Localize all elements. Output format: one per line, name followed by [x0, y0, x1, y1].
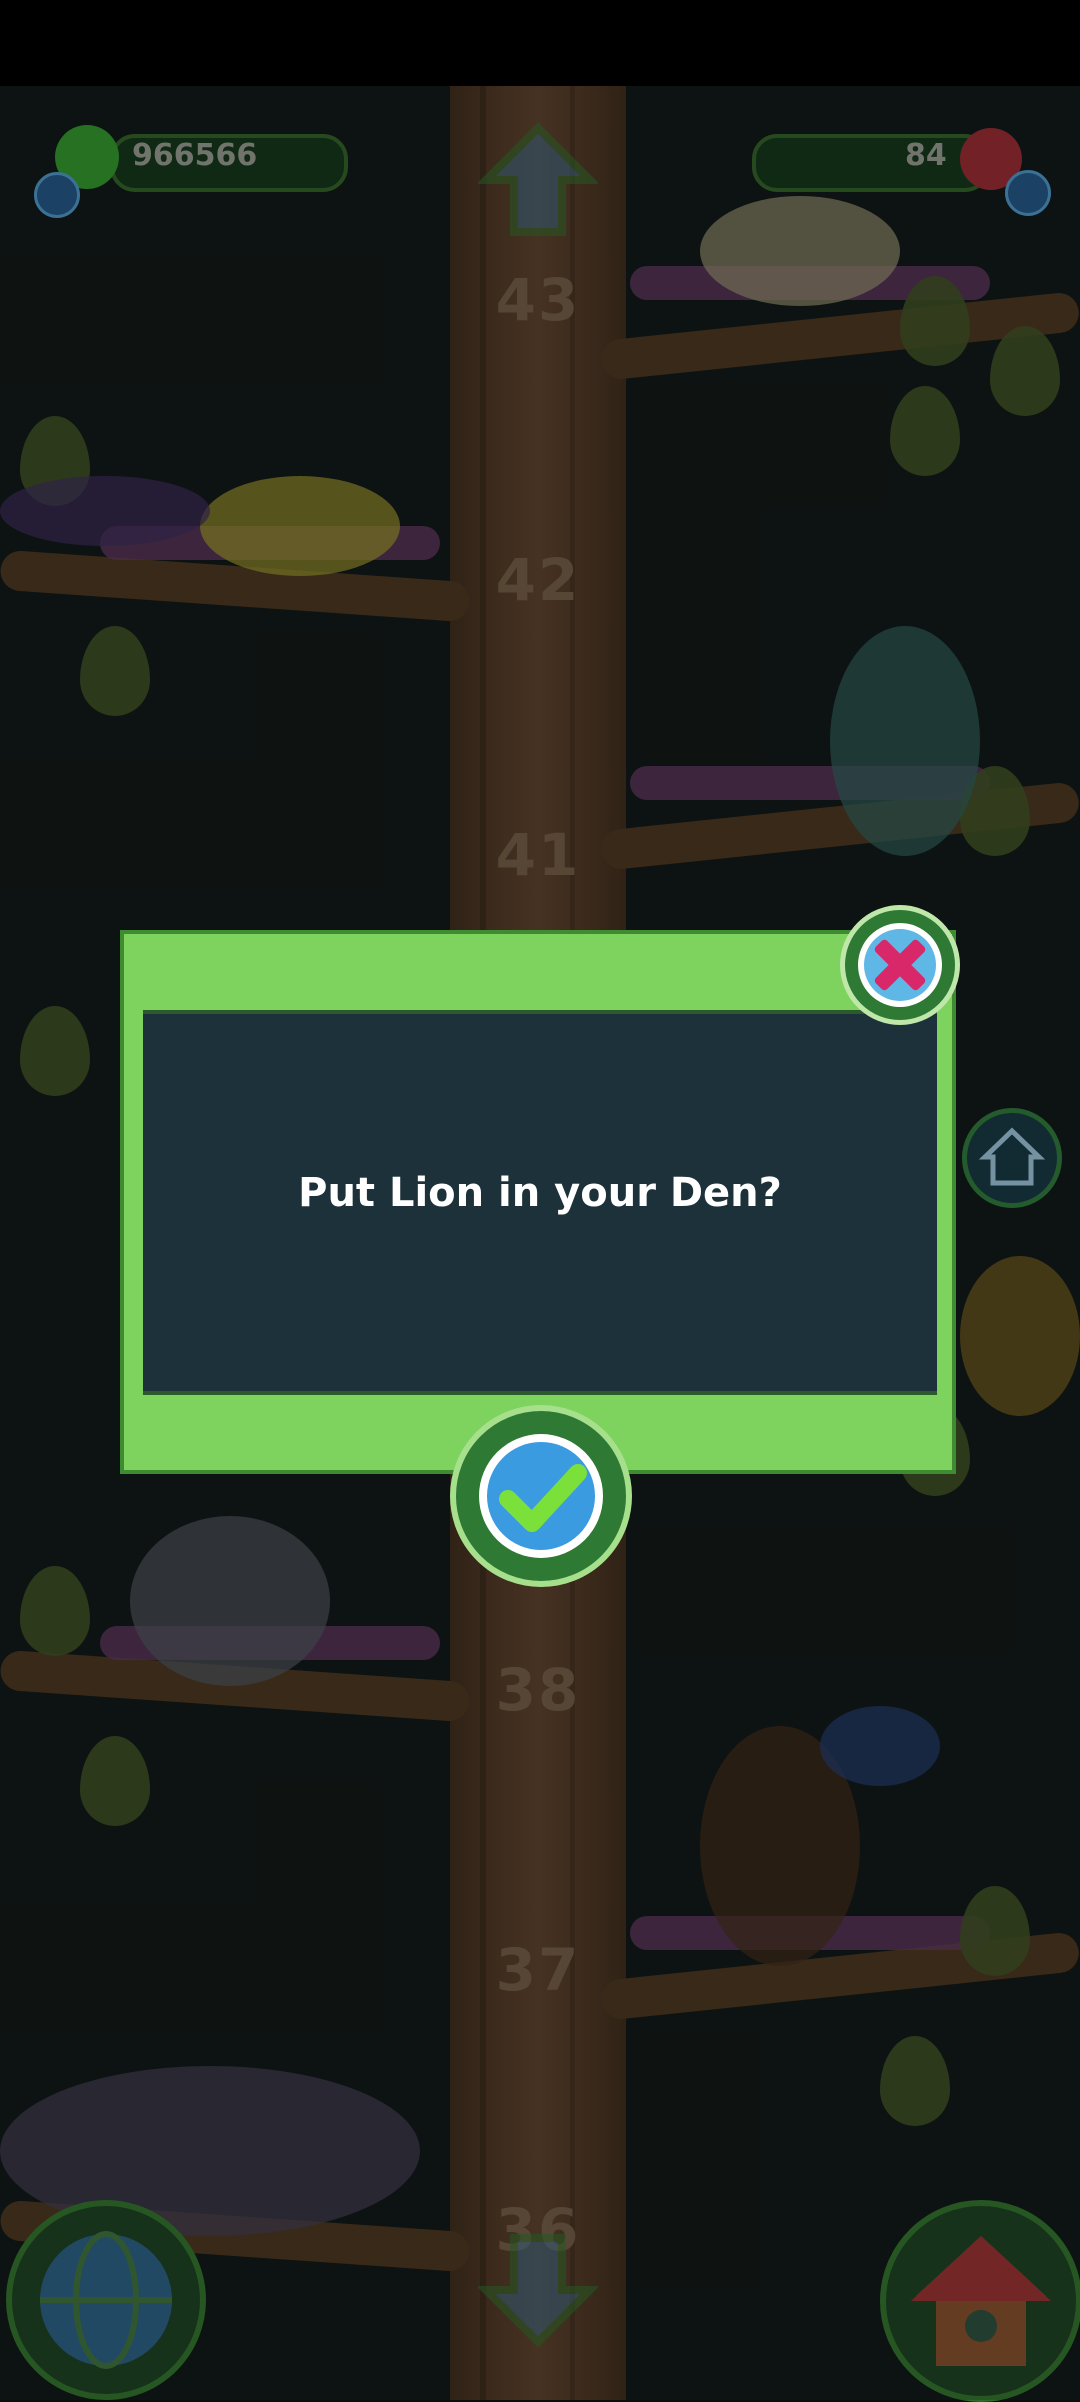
checkmark-icon: [479, 1434, 603, 1558]
dialog-message: Put Lion in your Den?: [298, 1170, 782, 1216]
close-button[interactable]: [840, 905, 960, 1025]
close-x-icon: [858, 923, 942, 1007]
status-bar: [0, 0, 1080, 86]
confirm-button[interactable]: [450, 1405, 632, 1587]
